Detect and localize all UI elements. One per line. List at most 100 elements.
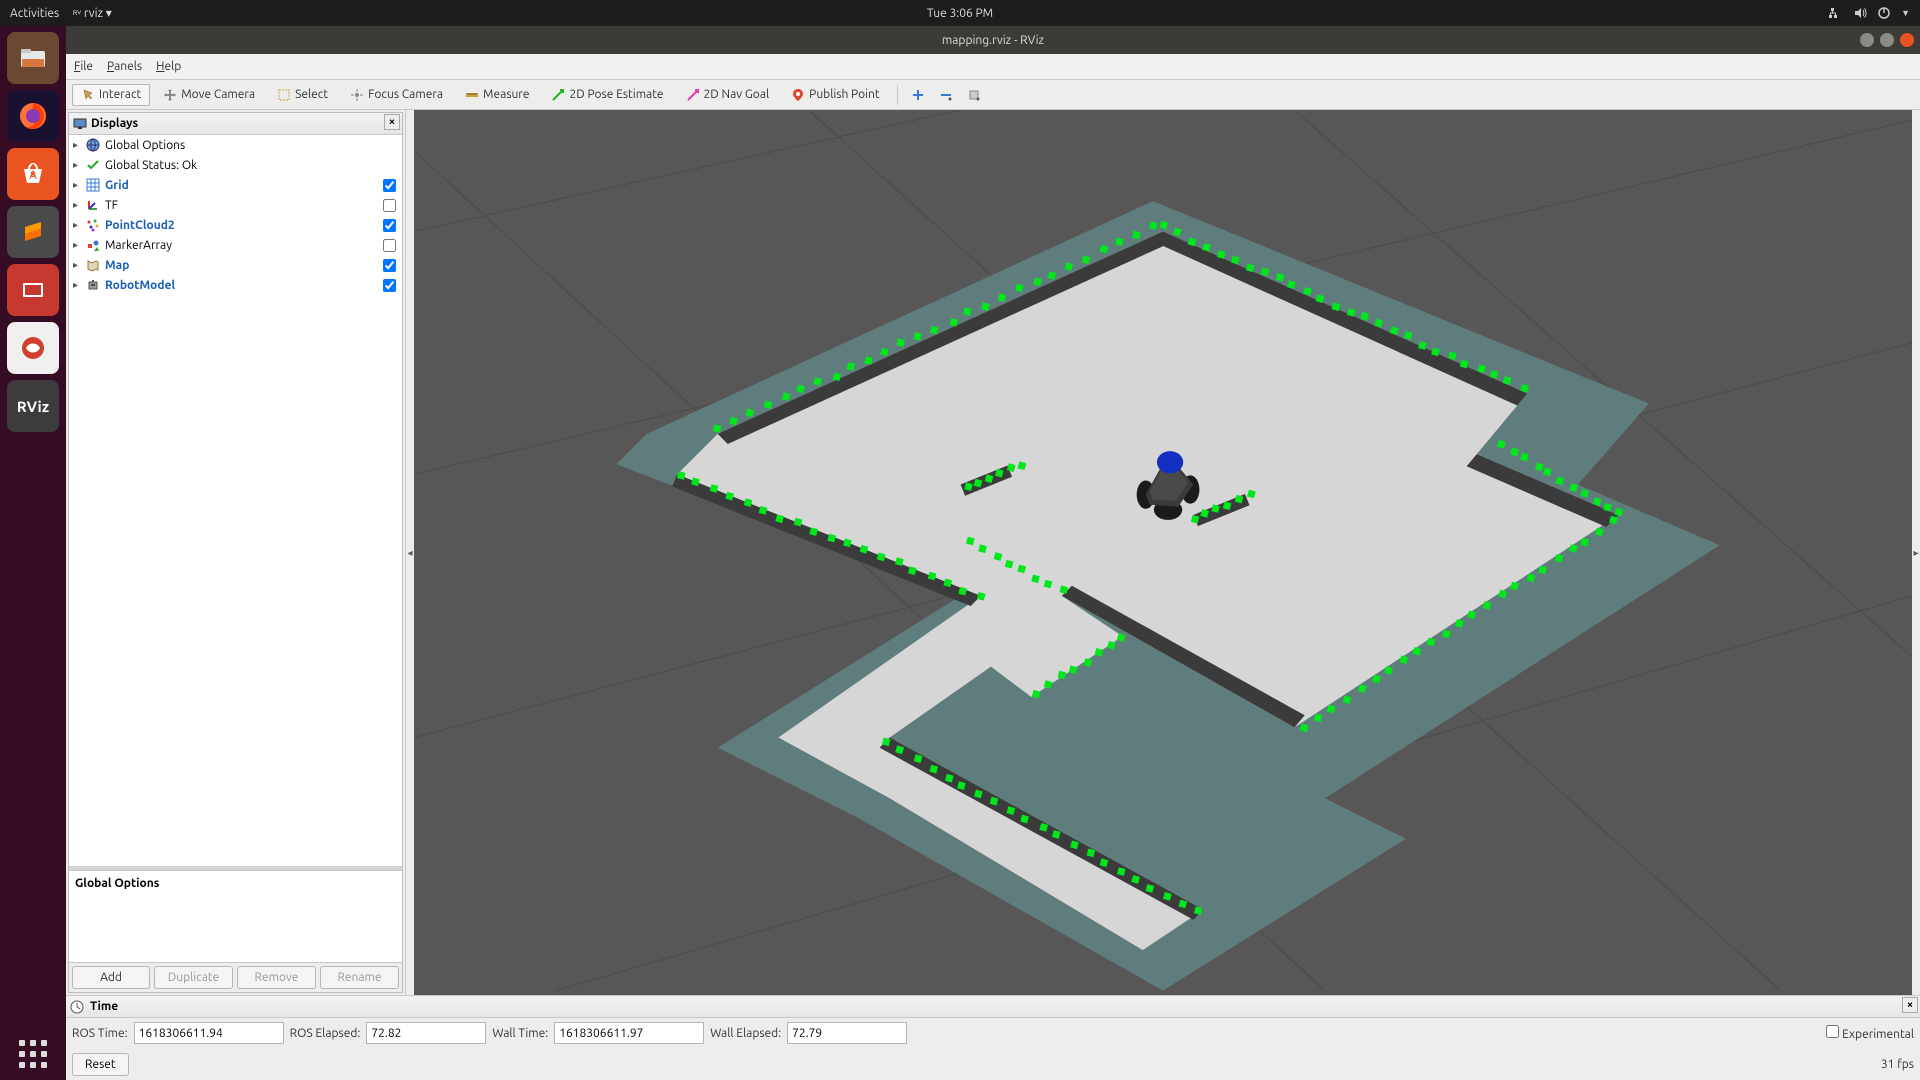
display-item-tf[interactable]: ▸TF	[69, 195, 402, 215]
ros-elapsed-label: ROS Elapsed:	[290, 1027, 361, 1040]
network-icon[interactable]	[1829, 6, 1843, 20]
rviz-window: mapping.rviz - RViz File Panels Help Int…	[66, 26, 1920, 1080]
tool-nav-goal[interactable]: 2D Nav Goal	[677, 84, 779, 106]
wall-time-field[interactable]	[554, 1022, 704, 1044]
tool-minus-2[interactable]	[962, 84, 986, 106]
menu-help[interactable]: Help	[156, 60, 181, 73]
nav-goal-icon	[686, 88, 700, 102]
pose-estimate-icon	[551, 88, 565, 102]
wall-elapsed-field[interactable]	[787, 1022, 907, 1044]
expand-icon[interactable]: ▸	[73, 219, 83, 231]
grid-icon	[86, 178, 100, 192]
display-item-label: Global Status: Ok	[103, 159, 402, 172]
expand-icon[interactable]: ▸	[73, 279, 83, 291]
clock[interactable]: Tue 3:06 PM	[927, 7, 993, 20]
launcher-sublime-icon[interactable]	[7, 206, 59, 258]
display-item-label: PointCloud2	[103, 219, 380, 232]
power-icon[interactable]	[1877, 6, 1891, 20]
display-item-robotmodel[interactable]: ▸ RobotModel	[69, 275, 402, 295]
display-item-checkbox[interactable]	[383, 239, 396, 252]
display-item-label: Map	[103, 259, 380, 272]
experimental-checkbox[interactable]: Experimental	[1826, 1025, 1914, 1041]
displays-close-button[interactable]: ×	[384, 114, 400, 130]
panel-expand-handle-right[interactable]: ▸	[1912, 110, 1920, 995]
wall-time-label: Wall Time:	[492, 1027, 548, 1040]
display-item-checkbox[interactable]	[383, 199, 396, 212]
display-item-label: RobotModel	[103, 279, 380, 292]
tool-move-camera[interactable]: Move Camera	[154, 84, 264, 106]
ros-elapsed-field[interactable]	[366, 1022, 486, 1044]
expand-icon[interactable]: ▸	[73, 139, 83, 151]
time-panel: Time × ROS Time: ROS Elapsed: Wall Time:…	[66, 995, 1920, 1080]
launcher-files-icon[interactable]	[7, 32, 59, 84]
launcher-software-icon[interactable]: A	[7, 148, 59, 200]
expand-icon[interactable]: ▸	[73, 259, 83, 271]
display-item-checkbox[interactable]	[383, 219, 396, 232]
activities-button[interactable]: Activities	[10, 7, 59, 20]
gnome-statusbar: Activities ᴿⱽ rviz ▾ Tue 3:06 PM ▼	[0, 0, 1920, 26]
menubar: File Panels Help	[66, 54, 1920, 80]
display-item-map[interactable]: ▸ Map	[69, 255, 402, 275]
map-icon	[86, 258, 100, 272]
expand-icon[interactable]: ▸	[73, 159, 83, 171]
menu-panels[interactable]: Panels	[107, 60, 142, 73]
ros-time-label: ROS Time:	[72, 1027, 128, 1040]
robot-icon	[86, 278, 100, 292]
panel-collapse-handle[interactable]: ◂	[406, 110, 414, 995]
tool-measure[interactable]: Measure	[456, 84, 538, 106]
time-close-button[interactable]: ×	[1902, 997, 1918, 1013]
tool-pose-estimate[interactable]: 2D Pose Estimate	[542, 84, 672, 106]
toolbar: Interact Move Camera Select Focus Camera…	[66, 80, 1920, 110]
launcher-rviz-icon[interactable]: RViz	[7, 380, 59, 432]
check-icon	[86, 158, 100, 172]
reset-button[interactable]: Reset	[72, 1053, 129, 1076]
marker-icon	[86, 238, 100, 252]
tool-select[interactable]: Select	[268, 84, 337, 106]
minus-icon	[939, 88, 953, 102]
display-item-checkbox[interactable]	[383, 259, 396, 272]
add-button[interactable]: Add	[72, 966, 150, 989]
tool-plus[interactable]	[906, 84, 930, 106]
rename-button[interactable]: Rename	[320, 966, 399, 989]
display-item-global-options[interactable]: ▸Global Options	[69, 135, 402, 155]
titlebar[interactable]: mapping.rviz - RViz	[66, 26, 1920, 54]
publish-point-icon	[791, 88, 805, 102]
show-applications-icon[interactable]	[19, 1040, 47, 1068]
3d-view[interactable]	[414, 110, 1912, 995]
tool-focus-camera[interactable]: Focus Camera	[341, 84, 452, 106]
system-menu-chevron-icon[interactable]: ▼	[1901, 8, 1910, 18]
duplicate-button[interactable]: Duplicate	[154, 966, 233, 989]
display-item-markerarray[interactable]: ▸MarkerArray	[69, 235, 402, 255]
remove-button[interactable]: Remove	[237, 966, 316, 989]
maximize-button[interactable]	[1880, 33, 1894, 47]
displays-tree[interactable]: ▸Global Options▸Global Status: Ok▸Grid▸T…	[69, 135, 402, 866]
app-menu[interactable]: ᴿⱽ rviz ▾	[73, 6, 112, 20]
ros-time-field[interactable]	[134, 1022, 284, 1044]
expand-icon[interactable]: ▸	[73, 199, 83, 211]
pcl-icon	[86, 218, 100, 232]
time-panel-title[interactable]: Time ×	[66, 996, 1920, 1018]
close-button[interactable]	[1900, 33, 1914, 47]
displays-panel-title[interactable]: Displays ×	[69, 113, 402, 135]
minimize-button[interactable]	[1860, 33, 1874, 47]
fps-label: 31 fps	[1881, 1058, 1914, 1071]
frame-icon	[967, 88, 981, 102]
select-icon	[277, 88, 291, 102]
tool-interact[interactable]: Interact	[72, 84, 150, 106]
display-item-checkbox[interactable]	[383, 179, 396, 192]
expand-icon[interactable]: ▸	[73, 239, 83, 251]
tool-publish-point[interactable]: Publish Point	[782, 84, 888, 106]
display-item-grid[interactable]: ▸Grid	[69, 175, 402, 195]
launcher-firefox-icon[interactable]	[7, 90, 59, 142]
launcher-app-icon[interactable]	[7, 322, 59, 374]
globe-icon	[86, 138, 100, 152]
tool-minus[interactable]	[934, 84, 958, 106]
launcher-screenshot-icon[interactable]	[7, 264, 59, 316]
menu-file[interactable]: File	[74, 60, 93, 73]
expand-icon[interactable]: ▸	[73, 179, 83, 191]
display-item-global-status-ok[interactable]: ▸ Global Status: Ok	[69, 155, 402, 175]
display-item-checkbox[interactable]	[383, 279, 396, 292]
displays-icon	[73, 117, 87, 131]
display-item-pointcloud2[interactable]: ▸ PointCloud2	[69, 215, 402, 235]
volume-icon[interactable]	[1853, 6, 1867, 20]
